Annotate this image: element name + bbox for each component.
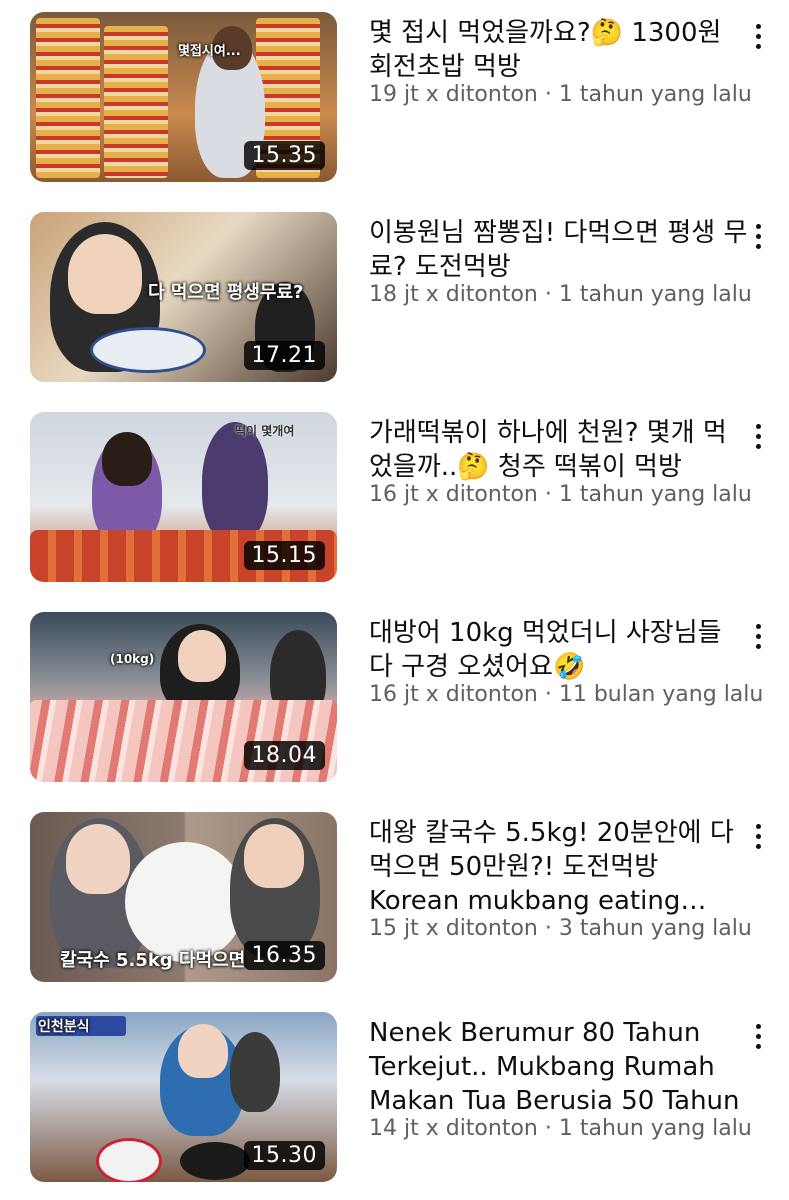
upload-age: 1 tahun yang lalu [558,482,752,507]
thumbnail-caption: 떡이 몇개여 [235,424,295,438]
meta-separator: · [537,682,559,707]
video-item[interactable]: 인천분식 15.30 Nenek Berumur 80 Tahun Terkej… [0,1012,789,1184]
meta-separator: · [537,916,559,941]
view-count: 16 jt x ditonton [369,682,538,707]
view-count: 19 jt x ditonton [369,82,538,107]
video-item[interactable]: 칼국수 5.5kg 다먹으면 16.35 대왕 칼국수 5.5kg! 20분안에… [0,812,789,984]
video-item[interactable]: 몇접시여... 15.35 몇 접시 먹었을까요?🤔 1300원 회전초밥 먹방… [0,12,789,184]
view-count: 15 jt x ditonton [369,916,538,941]
duration-badge: 16.35 [243,941,325,970]
view-count: 18 jt x ditonton [369,282,538,307]
video-thumbnail[interactable]: 몇접시여... 15.35 [30,12,337,182]
more-vert-icon[interactable] [748,816,770,856]
upload-age: 1 tahun yang lalu [558,282,752,307]
duration-badge: 15.15 [243,541,325,570]
more-vert-icon[interactable] [748,616,770,656]
video-title[interactable]: 대왕 칼국수 5.5kg! 20분안에 다먹으면 50만원?! 도전먹방 Kor… [369,816,749,918]
thumbnail-caption: (10kg) [110,652,155,666]
video-title[interactable]: 이봉원님 짬뽕집! 다먹으면 평생 무료? 도전먹방 [369,216,749,284]
thumbnail-caption: 인천분식 [38,1019,90,1035]
upload-age: 3 tahun yang lalu [558,916,752,941]
video-meta: 15 jt x ditonton · 3 tahun yang lalu [369,916,769,941]
video-title[interactable]: 가래떡볶이 하나에 천원? 몇개 먹었을까..🤔 청주 떡볶이 먹방 [369,416,749,484]
video-title[interactable]: 대방어 10kg 먹었더니 사장님들 다 구경 오셨어요🤣 [369,616,749,684]
more-vert-icon[interactable] [748,16,770,56]
thumbnail-caption: 다 먹으면 평생무료? [148,282,304,303]
meta-separator: · [537,82,559,107]
upload-age: 1 tahun yang lalu [558,1116,752,1141]
thumbnail-caption: 칼국수 5.5kg 다먹으면 [60,950,246,971]
video-title[interactable]: Nenek Berumur 80 Tahun Terkejut.. Mukban… [369,1016,749,1118]
video-thumbnail[interactable]: (10kg) 18.04 [30,612,337,782]
view-count: 16 jt x ditonton [369,482,538,507]
video-thumbnail[interactable]: 칼국수 5.5kg 다먹으면 16.35 [30,812,337,982]
meta-separator: · [537,482,559,507]
thumbnail-caption: 몇접시여... [178,44,241,59]
video-item[interactable]: 다 먹으면 평생무료? 17.21 이봉원님 짬뽕집! 다먹으면 평생 무료? … [0,212,789,384]
duration-badge: 15.30 [243,1141,325,1170]
duration-badge: 18.04 [243,741,325,770]
video-title[interactable]: 몇 접시 먹었을까요?🤔 1300원 회전초밥 먹방 [369,16,749,84]
upload-age: 1 tahun yang lalu [558,82,752,107]
video-thumbnail[interactable]: 떡이 몇개여 15.15 [30,412,337,582]
upload-age: 11 bulan yang lalu [558,682,764,707]
video-meta: 19 jt x ditonton · 1 tahun yang lalu [369,82,769,107]
duration-badge: 17.21 [243,341,325,370]
video-meta: 14 jt x ditonton · 1 tahun yang lalu [369,1116,769,1141]
view-count: 14 jt x ditonton [369,1116,538,1141]
video-thumbnail[interactable]: 다 먹으면 평생무료? 17.21 [30,212,337,382]
video-thumbnail[interactable]: 인천분식 15.30 [30,1012,337,1182]
video-meta: 18 jt x ditonton · 1 tahun yang lalu [369,282,769,307]
video-meta: 16 jt x ditonton · 1 tahun yang lalu [369,482,769,507]
video-item[interactable]: 떡이 몇개여 15.15 가래떡볶이 하나에 천원? 몇개 먹었을까..🤔 청주… [0,412,789,584]
duration-badge: 15.35 [243,141,325,170]
video-item[interactable]: (10kg) 18.04 대방어 10kg 먹었더니 사장님들 다 구경 오셨어… [0,612,789,784]
video-meta: 16 jt x ditonton · 11 bulan yang lalu [369,682,769,707]
more-vert-icon[interactable] [748,216,770,256]
meta-separator: · [537,282,559,307]
more-vert-icon[interactable] [748,416,770,456]
meta-separator: · [537,1116,559,1141]
more-vert-icon[interactable] [748,1016,770,1056]
